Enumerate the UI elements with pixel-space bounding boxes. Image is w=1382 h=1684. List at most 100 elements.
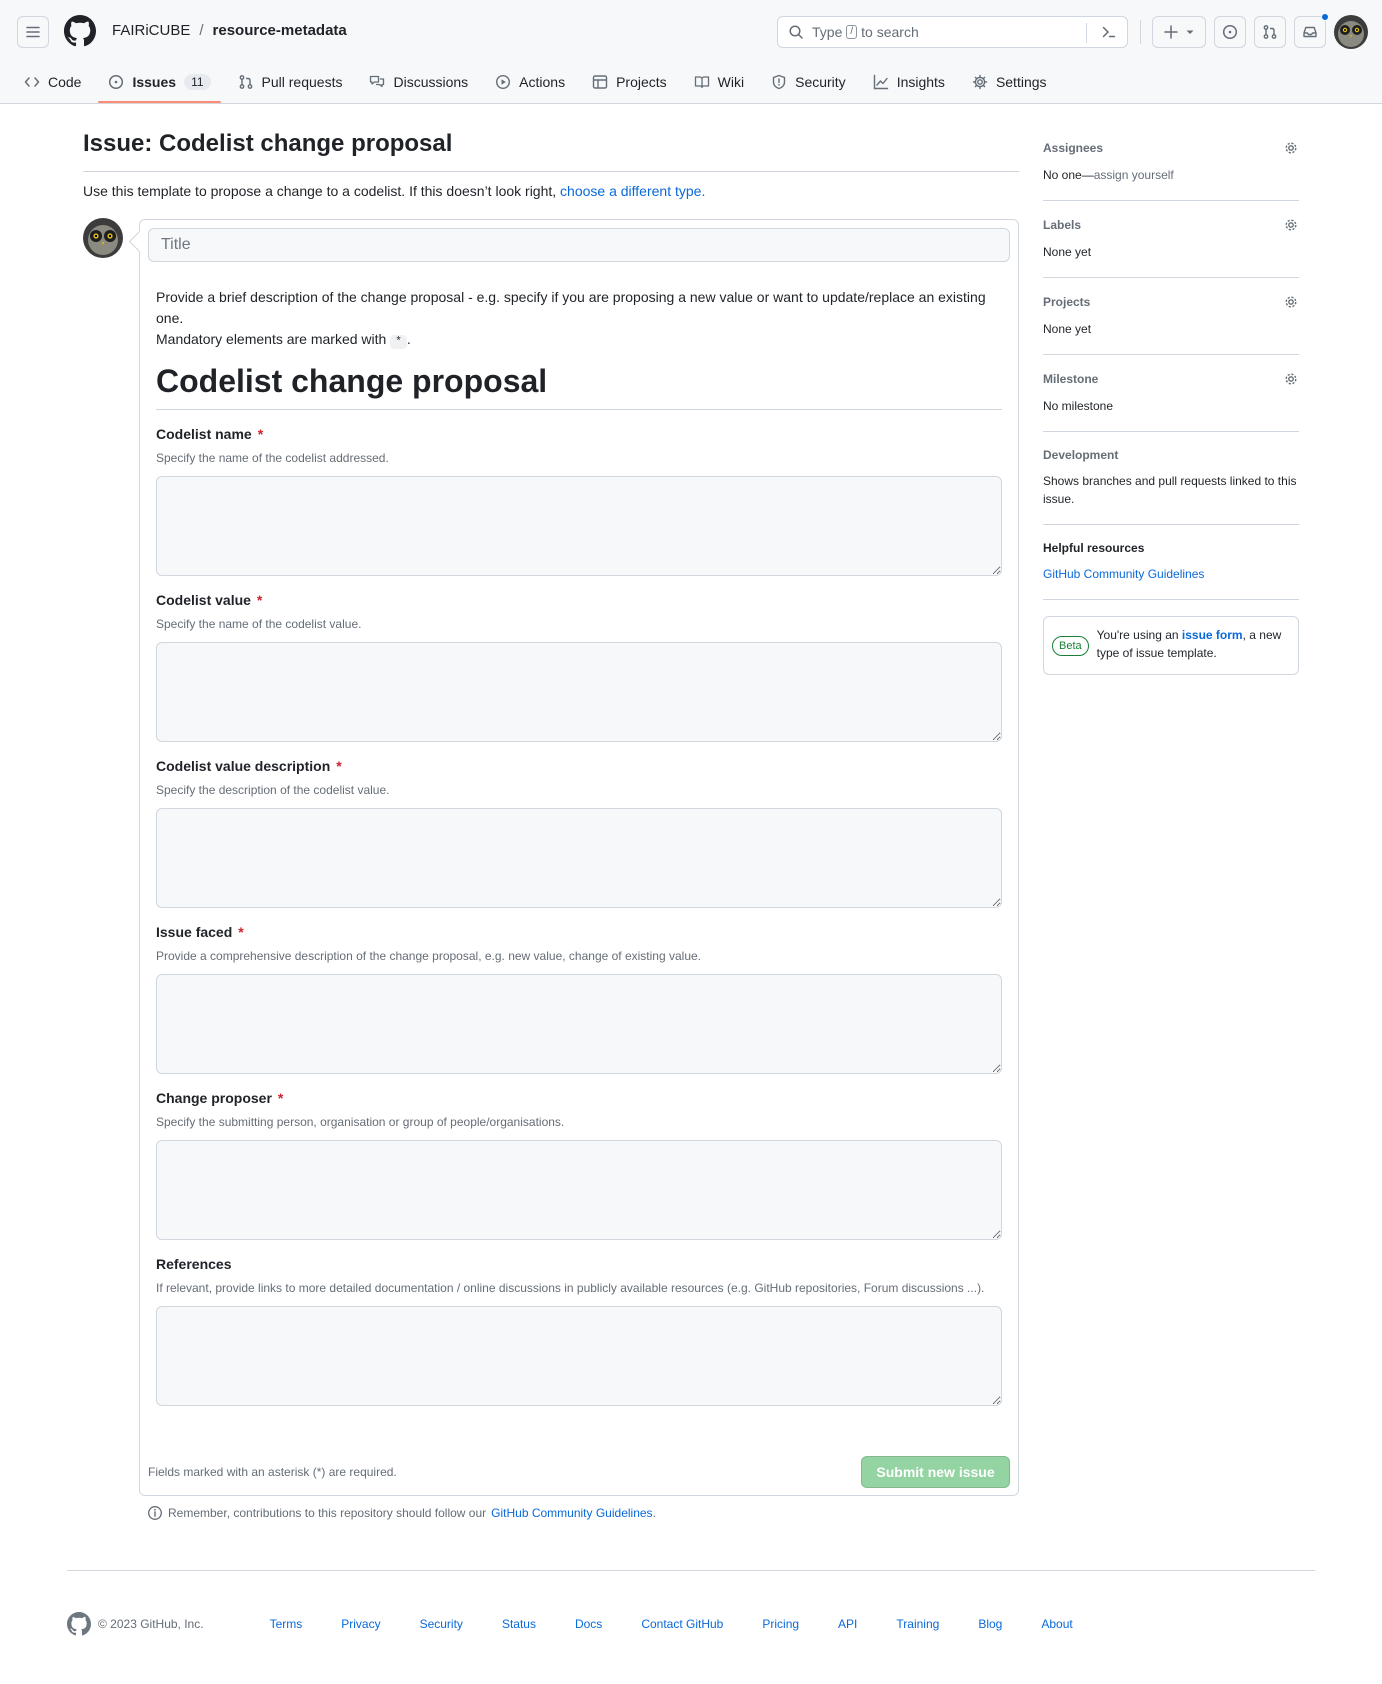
issue-opened-icon bbox=[1222, 24, 1238, 40]
footer-link-about[interactable]: About bbox=[1041, 1617, 1072, 1631]
issue-form: Provide a brief description of the chang… bbox=[139, 219, 1019, 1496]
search-input[interactable]: Type / to search bbox=[777, 16, 1128, 48]
field-codelist-name: Codelist name * Specify the name of the … bbox=[156, 426, 1002, 576]
choose-different-type-link[interactable]: choose a different type. bbox=[560, 183, 705, 199]
tab-settings[interactable]: Settings bbox=[970, 64, 1055, 94]
field-label-text: Codelist value bbox=[156, 592, 251, 608]
owl-avatar-icon bbox=[83, 218, 123, 258]
your-issues-button[interactable] bbox=[1214, 16, 1246, 48]
required-fields-note: Fields marked with an asterisk (*) are r… bbox=[148, 1465, 397, 1479]
form-intro-suffix: . bbox=[406, 331, 411, 347]
gear-icon[interactable] bbox=[1283, 294, 1299, 310]
template-note-text: Use this template to propose a change to… bbox=[83, 183, 557, 199]
gear-icon[interactable] bbox=[1283, 140, 1299, 156]
menu-button[interactable] bbox=[17, 16, 49, 48]
references-textarea[interactable] bbox=[156, 1306, 1002, 1406]
your-pull-requests-button[interactable] bbox=[1254, 16, 1286, 48]
gear-icon bbox=[972, 74, 988, 89]
assign-yourself-link[interactable]: assign yourself bbox=[1094, 168, 1174, 182]
footer-link-privacy[interactable]: Privacy bbox=[341, 1617, 380, 1631]
footer-link-pricing[interactable]: Pricing bbox=[762, 1617, 799, 1631]
field-description: Specify the name of the codelist value. bbox=[156, 617, 362, 631]
development-section: Development Shows branches and pull requ… bbox=[1043, 448, 1299, 525]
footer-link-terms[interactable]: Terms bbox=[270, 1617, 303, 1631]
field-label: Codelist value description * bbox=[156, 758, 1002, 774]
required-marker: * bbox=[277, 1090, 284, 1106]
issue-title-input[interactable] bbox=[148, 228, 1010, 262]
field-description: Specify the name of the codelist address… bbox=[156, 451, 389, 465]
breadcrumb: FAIRiCUBE / resource-metadata bbox=[112, 22, 347, 39]
field-label-text: Codelist name bbox=[156, 426, 252, 442]
tab-projects-label: Projects bbox=[616, 73, 667, 90]
play-icon bbox=[496, 74, 511, 89]
gear-icon[interactable] bbox=[1283, 371, 1299, 387]
footer-link-blog[interactable]: Blog bbox=[978, 1617, 1002, 1631]
helpful-resources-heading: Helpful resources bbox=[1043, 541, 1145, 555]
footer-link-status[interactable]: Status bbox=[502, 1617, 536, 1631]
field-description: Specify the description of the codelist … bbox=[156, 783, 390, 797]
projects-section: Projects None yet bbox=[1043, 294, 1299, 355]
tab-issues-label: Issues bbox=[132, 73, 177, 90]
form-intro: Provide a brief description of the chang… bbox=[156, 287, 1001, 353]
footer-link-security[interactable]: Security bbox=[420, 1617, 463, 1631]
milestone-value: No milestone bbox=[1043, 399, 1114, 413]
field-codelist-value-description: Codelist value description * Specify the… bbox=[156, 758, 1002, 908]
milestone-heading: Milestone bbox=[1043, 372, 1099, 386]
issue-form-link[interactable]: issue form bbox=[1182, 628, 1243, 642]
graph-icon bbox=[873, 74, 888, 89]
footer-divider bbox=[67, 1570, 1315, 1571]
search-placeholder: Type / to search bbox=[812, 24, 919, 40]
tab-issues[interactable]: Issues 11 bbox=[98, 64, 221, 103]
codelist-name-textarea[interactable] bbox=[156, 476, 1002, 576]
tab-security[interactable]: Security bbox=[769, 64, 854, 94]
tab-pull-requests[interactable]: Pull requests bbox=[236, 64, 351, 94]
tab-code-label: Code bbox=[48, 73, 82, 90]
development-value: Shows branches and pull requests linked … bbox=[1043, 474, 1297, 506]
tab-actions[interactable]: Actions bbox=[493, 64, 573, 94]
github-logo-icon[interactable] bbox=[64, 15, 96, 47]
create-new-button[interactable] bbox=[1152, 16, 1206, 48]
copyright: © 2023 GitHub, Inc. bbox=[98, 1617, 204, 1631]
tab-code[interactable]: Code bbox=[22, 64, 89, 94]
footer-link-contact[interactable]: Contact GitHub bbox=[641, 1617, 723, 1631]
search-shortcut-key: / bbox=[846, 25, 858, 39]
form-intro-prefix: Mandatory elements are marked with bbox=[156, 331, 387, 347]
tab-discussions-label: Discussions bbox=[393, 73, 469, 90]
community-guidelines-link[interactable]: GitHub Community Guidelines bbox=[491, 1506, 652, 1520]
codelist-value-textarea[interactable] bbox=[156, 642, 1002, 742]
field-label-text: Change proposer bbox=[156, 1090, 272, 1106]
form-intro-line2: Mandatory elements are marked with *. bbox=[156, 329, 1001, 353]
change-proposer-textarea[interactable] bbox=[156, 1140, 1002, 1240]
author-avatar bbox=[83, 218, 123, 258]
tab-insights[interactable]: Insights bbox=[871, 64, 953, 94]
footer-link-training[interactable]: Training bbox=[896, 1617, 939, 1631]
github-mark-icon[interactable] bbox=[67, 1612, 91, 1636]
footer-link-api[interactable]: API bbox=[838, 1617, 857, 1631]
tab-pull-requests-label: Pull requests bbox=[261, 73, 343, 90]
breadcrumb-repo[interactable]: resource-metadata bbox=[213, 22, 347, 39]
assignees-section: Assignees No one—assign yourself bbox=[1043, 140, 1299, 201]
notifications-button[interactable] bbox=[1294, 13, 1329, 48]
gear-icon[interactable] bbox=[1283, 217, 1299, 233]
codelist-value-description-textarea[interactable] bbox=[156, 808, 1002, 908]
field-description: If relevant, provide links to more detai… bbox=[156, 1281, 985, 1295]
footer-link-docs[interactable]: Docs bbox=[575, 1617, 602, 1631]
tab-wiki[interactable]: Wiki bbox=[692, 64, 752, 94]
projects-value: None yet bbox=[1043, 322, 1092, 336]
sidebar-community-guidelines-link[interactable]: GitHub Community Guidelines bbox=[1043, 567, 1204, 581]
issues-counter: 11 bbox=[184, 73, 211, 90]
tab-discussions[interactable]: Discussions bbox=[367, 64, 476, 94]
command-palette-icon[interactable] bbox=[1101, 24, 1117, 40]
issue-faced-textarea[interactable] bbox=[156, 974, 1002, 1074]
breadcrumb-owner[interactable]: FAIRiCUBE bbox=[112, 22, 190, 39]
required-marker: * bbox=[256, 592, 263, 608]
beta-notice-text: You're using an issue form, a new type o… bbox=[1097, 626, 1290, 662]
required-marker: * bbox=[257, 426, 264, 442]
plus-icon bbox=[1164, 25, 1178, 39]
comment-discussion-icon bbox=[370, 75, 385, 87]
tab-wiki-label: Wiki bbox=[717, 73, 745, 90]
tab-projects[interactable]: Projects bbox=[590, 64, 675, 94]
submit-new-issue-button[interactable]: Submit new issue bbox=[861, 1456, 1010, 1488]
table-icon bbox=[592, 74, 608, 89]
user-avatar[interactable] bbox=[1334, 15, 1368, 49]
